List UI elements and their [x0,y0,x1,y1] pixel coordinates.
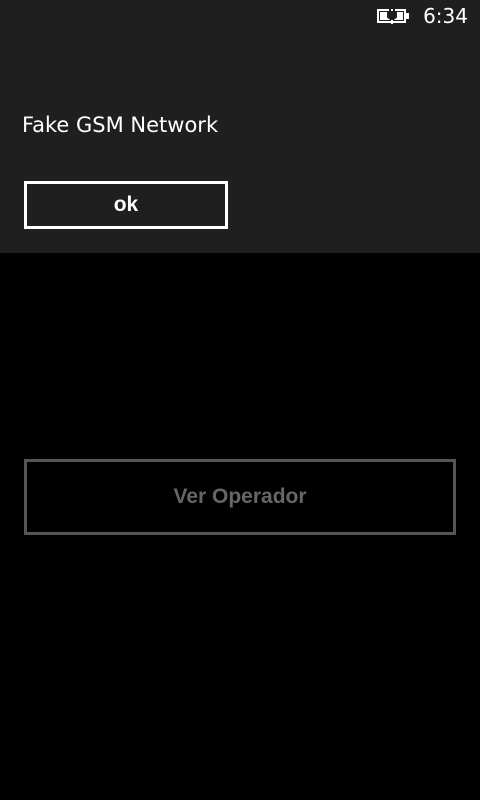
ok-button[interactable]: ok [24,181,228,229]
status-time: 6:34 [423,4,468,28]
phone-screen: 6:34 Fake GSM Network ok Ver Operador [0,0,480,800]
view-operator-button[interactable]: Ver Operador [24,459,456,535]
message-dialog: 6:34 Fake GSM Network ok [0,0,480,253]
status-bar: 6:34 [0,0,480,32]
dialog-message: Fake GSM Network [22,113,219,137]
battery-charging-icon [377,8,411,24]
